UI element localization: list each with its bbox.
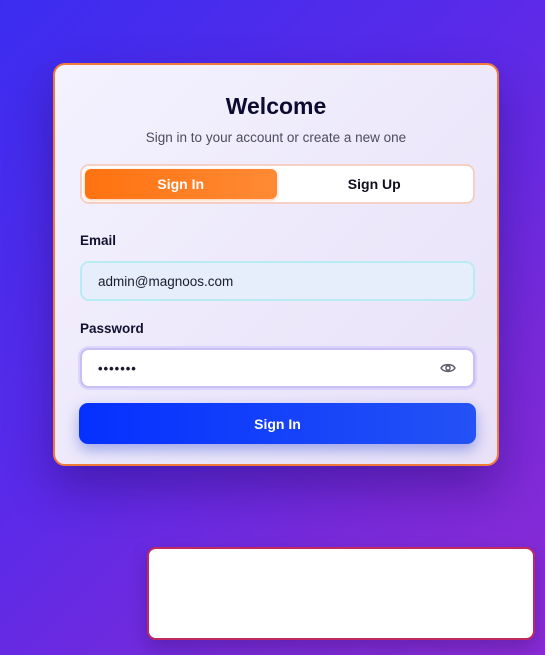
email-field[interactable]: admin@magnoos.com (80, 261, 475, 301)
sign-in-button[interactable]: Sign In (79, 403, 476, 444)
tab-sign-up[interactable]: Sign Up (278, 169, 470, 199)
password-value: ••••••• (98, 360, 137, 376)
password-field[interactable]: ••••••• (80, 348, 475, 388)
email-label: Email (80, 233, 117, 248)
auth-tabs: Sign In Sign Up (80, 164, 475, 204)
password-label: Password (80, 321, 144, 336)
toast-notification (147, 547, 535, 640)
auth-card: Welcome Sign in to your account or creat… (53, 63, 499, 466)
page-title: Welcome (225, 93, 327, 119)
eye-icon[interactable] (439, 361, 457, 375)
tab-sign-in[interactable]: Sign In (85, 169, 277, 199)
page-subtitle: Sign in to your account or create a new … (145, 130, 407, 145)
email-value: admin@magnoos.com (98, 273, 234, 289)
